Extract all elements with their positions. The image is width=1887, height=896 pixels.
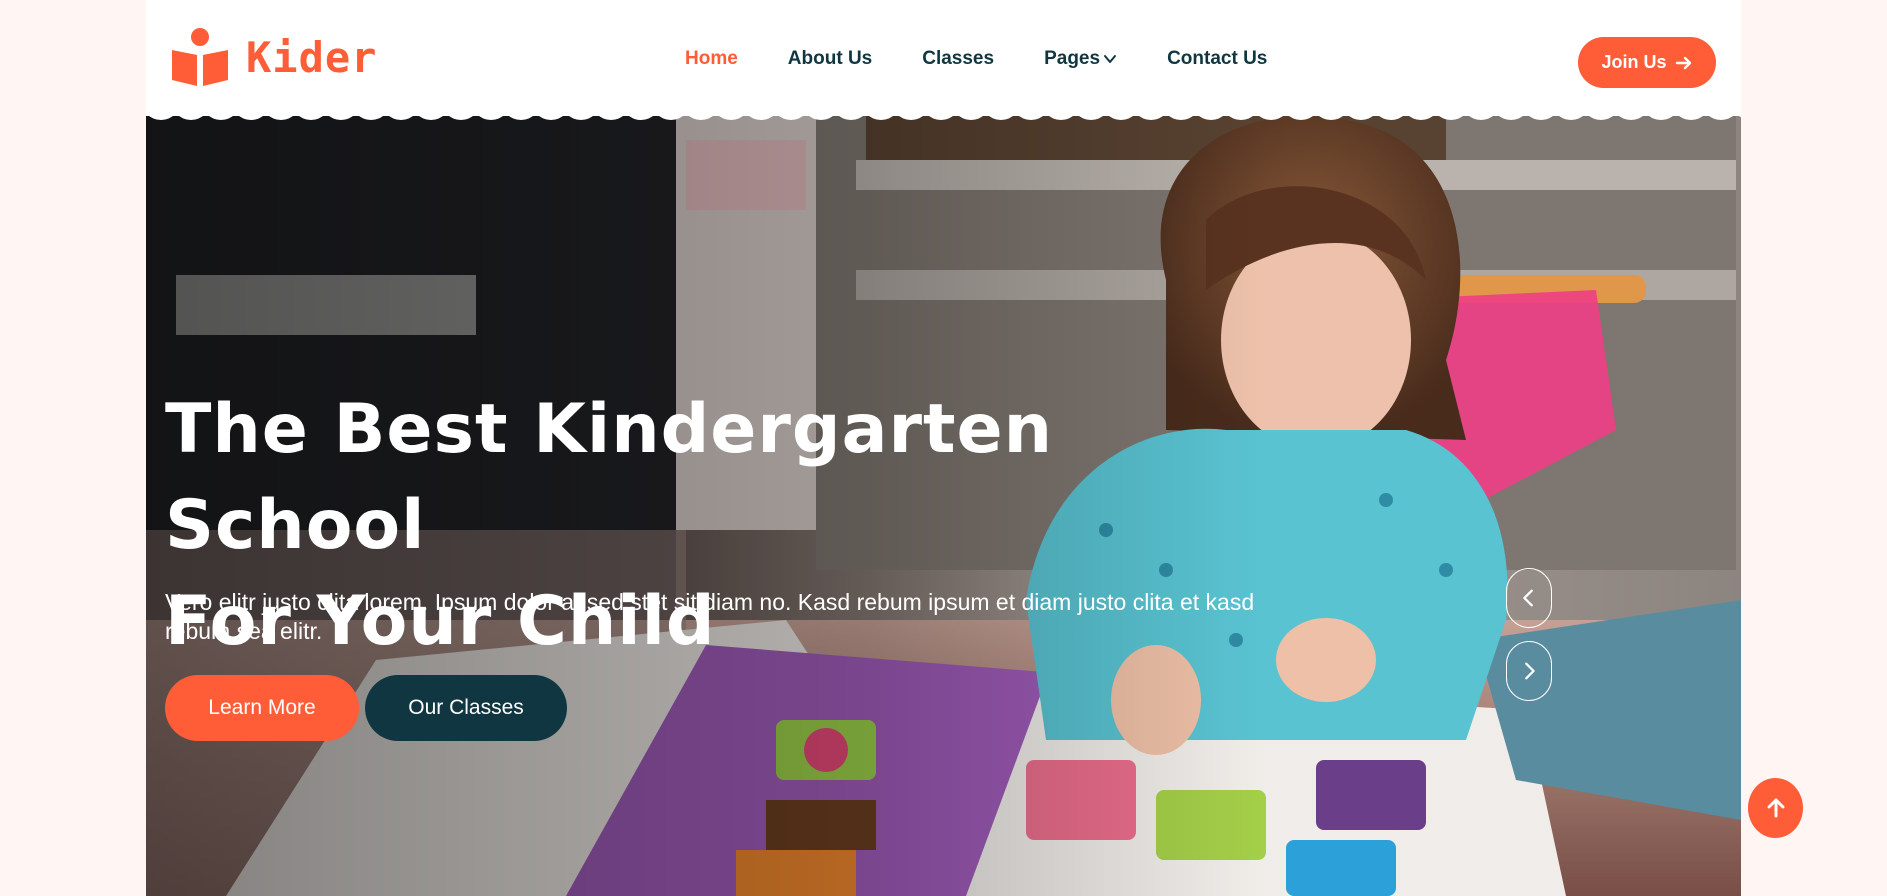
nav-pages-label: Pages xyxy=(1044,48,1101,69)
hero-description: Vero elitr justo clita lorem. Ipsum dolo… xyxy=(165,589,1255,644)
hero-carousel: The Best Kindergarten School For Your Ch… xyxy=(146,100,1741,896)
nav-about-us-label: About Us xyxy=(787,48,873,69)
arrow-right-icon xyxy=(1675,56,1691,69)
nav-classes[interactable]: Classes xyxy=(922,48,994,70)
brand-logo[interactable]: Kider xyxy=(170,28,377,86)
chevron-right-icon xyxy=(1525,662,1535,680)
nav-about-us[interactable]: About Us xyxy=(788,48,872,70)
carousel-prev-button[interactable] xyxy=(1506,568,1552,628)
navbar: Kider Home About Us Classes Pages Contac… xyxy=(146,0,1741,116)
chevron-left-icon xyxy=(1523,589,1533,607)
our-classes-button[interactable]: Our Classes xyxy=(365,675,567,741)
hero-title-line-1: The Best Kindergarten School xyxy=(165,390,1054,565)
learn-more-button[interactable]: Learn More xyxy=(165,675,359,741)
page-container: The Best Kindergarten School For Your Ch… xyxy=(146,0,1741,896)
nav-contact-us[interactable]: Contact Us xyxy=(1167,48,1267,70)
nav-classes-label: Classes xyxy=(922,48,995,69)
brand-name: Kider xyxy=(246,32,378,82)
carousel-next-button[interactable] xyxy=(1506,641,1552,701)
main-nav: Home About Us Classes Pages Contact Us xyxy=(685,48,1317,70)
arrow-up-icon xyxy=(1767,798,1784,818)
nav-home[interactable]: Home xyxy=(685,48,738,70)
join-us-label: Join Us xyxy=(1601,52,1667,72)
join-us-button[interactable]: Join Us xyxy=(1578,37,1716,88)
back-to-top-button[interactable] xyxy=(1748,778,1803,838)
book-reader-icon xyxy=(172,28,228,86)
chevron-down-icon xyxy=(1104,55,1117,63)
nav-contact-us-label: Contact Us xyxy=(1167,48,1268,69)
nav-home-label: Home xyxy=(685,48,738,69)
nav-pages-dropdown[interactable]: Pages xyxy=(1044,48,1117,70)
